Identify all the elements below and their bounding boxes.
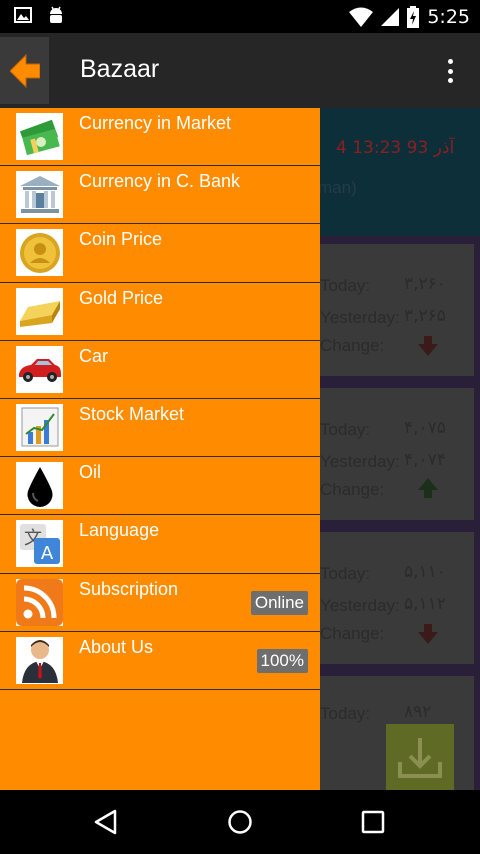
dot	[447, 59, 453, 64]
clock: 5:25	[427, 6, 470, 28]
menu-item-label: Gold Price	[79, 287, 164, 308]
today-label: Today:	[320, 704, 371, 723]
menu-item-label: Subscription	[79, 578, 179, 599]
dot	[447, 68, 453, 74]
progress-badge: 100%	[256, 648, 308, 673]
nav-back-button[interactable]	[90, 806, 122, 838]
today-value: ۸۹۲	[404, 702, 432, 722]
translate-icon: 文 A	[16, 520, 63, 568]
menu-item-coin-price[interactable]: Coin Price	[0, 224, 320, 283]
menu-item-currency-market[interactable]: Currency in Market	[0, 108, 320, 167]
home-circle-icon	[228, 810, 252, 834]
menu-item-label: Coin Price	[79, 229, 163, 250]
svg-text:A: A	[40, 543, 53, 564]
menu-item-oil[interactable]: Oil	[0, 457, 320, 516]
menu-item-label: Stock Market	[79, 403, 185, 424]
unit-label: man)	[318, 178, 357, 197]
download-button[interactable]	[386, 724, 454, 790]
coin-icon	[16, 229, 63, 277]
drawer-toggle-button[interactable]	[0, 37, 49, 104]
yesterday-value: ۴,۰۷۴	[404, 450, 446, 470]
menu-item-label: About Us	[79, 636, 154, 657]
change-label: Change:	[320, 336, 385, 355]
bank-icon	[16, 171, 63, 219]
image-notification-icon	[14, 7, 32, 23]
menu-item-stock-market[interactable]: Stock Market	[0, 399, 320, 458]
menu-item-subscription[interactable]: Subscription Online	[0, 574, 320, 632]
signal-icon	[381, 8, 400, 26]
recents-square-icon	[361, 810, 385, 834]
car-icon	[16, 345, 63, 393]
today-value: ۴,۰۷۵	[404, 418, 446, 438]
today-value: ۳,۲۶۰	[404, 274, 446, 294]
today-label: Today:	[320, 564, 371, 583]
yesterday-label: Yesterday:	[320, 308, 400, 327]
menu-item-label: Currency in Market	[79, 113, 232, 133]
gold-bar-icon	[16, 287, 63, 335]
change-label: Change:	[320, 480, 385, 499]
yesterday-value: ۳,۲۶۵	[404, 306, 446, 326]
change-label: Change:	[320, 624, 385, 643]
back-triangle-icon	[94, 809, 117, 835]
down-arrow-icon	[418, 336, 438, 356]
update-date: 4 آذر 93 13:23	[336, 138, 455, 158]
menu-item-label: Currency in C. Bank	[79, 171, 241, 192]
yesterday-label: Yesterday:	[320, 596, 400, 615]
menu-item-label: Language	[79, 520, 160, 541]
menu-item-currency-bank[interactable]: Currency in C. Bank	[0, 166, 320, 225]
menu-item-car[interactable]: Car	[0, 341, 320, 399]
today-value: ۵,۱۱۰	[404, 562, 446, 582]
oil-drop-icon	[16, 462, 63, 510]
menu-item-gold-price[interactable]: Gold Price	[0, 283, 320, 341]
menu-item-label: Car	[79, 345, 109, 366]
down-arrow-icon	[418, 624, 438, 644]
chart-icon	[16, 403, 63, 451]
dot	[447, 78, 453, 83]
action-bar: Bazaar	[0, 33, 480, 108]
menu-item-language[interactable]: 文 A Language	[0, 515, 320, 574]
nav-recents-button[interactable]	[357, 806, 389, 838]
navigation-drawer: Currency in Market Currency in C. Bank C…	[0, 108, 320, 790]
up-arrow-icon	[418, 478, 438, 498]
back-arrow-icon	[9, 53, 40, 88]
status-bar: 5:25	[0, 0, 480, 33]
wifi-icon	[349, 7, 374, 27]
battery-icon	[407, 6, 420, 28]
person-icon	[16, 636, 63, 684]
app-title: Bazaar	[80, 55, 160, 83]
today-label: Today:	[320, 420, 371, 439]
status-badge: Online	[250, 590, 308, 615]
today-label: Today:	[320, 276, 371, 295]
yesterday-value: ۵,۱۱۲	[404, 594, 446, 614]
menu-item-about-us[interactable]: About Us 100%	[0, 632, 320, 690]
rss-icon	[16, 578, 63, 626]
menu-item-label: Oil	[79, 462, 101, 483]
system-nav-bar	[0, 790, 480, 854]
money-icon	[16, 113, 63, 160]
yesterday-label: Yesterday:	[320, 452, 400, 471]
android-icon	[50, 6, 62, 23]
overflow-menu-button[interactable]	[438, 55, 462, 87]
download-icon	[398, 738, 442, 778]
nav-home-button[interactable]	[224, 806, 256, 838]
